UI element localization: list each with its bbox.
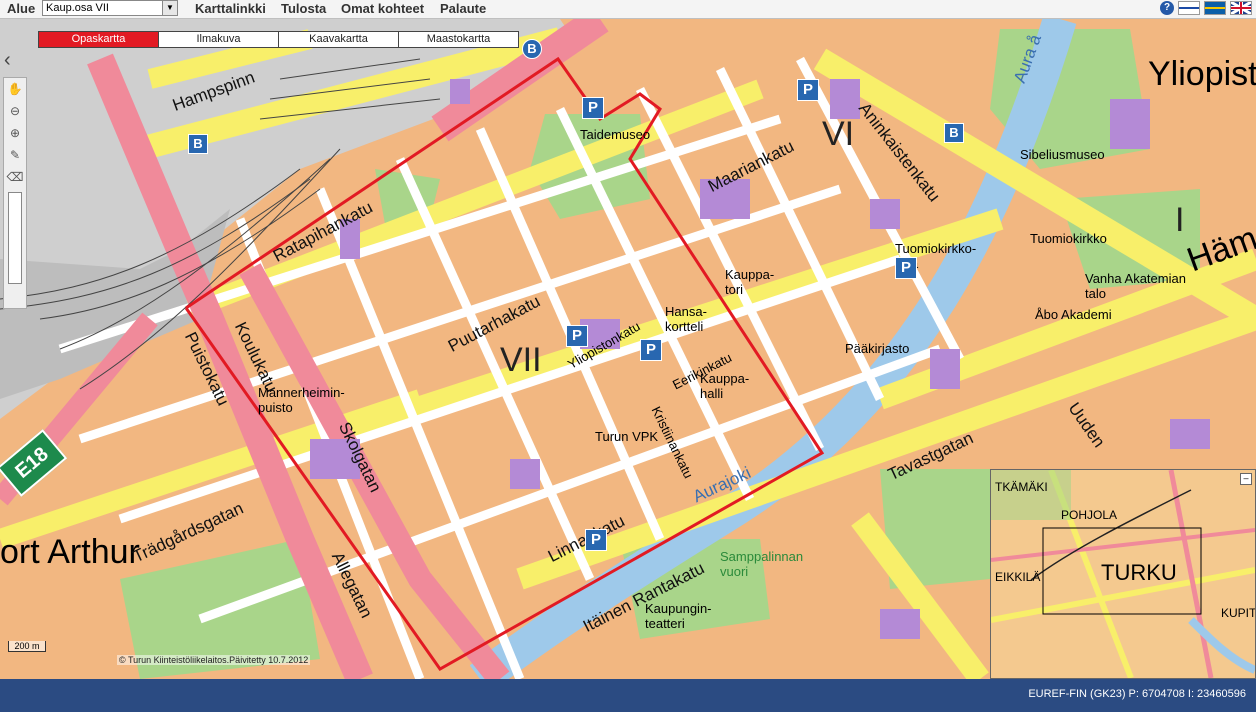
parking-icon: P [797,79,819,101]
bus-stop-icon: B [188,134,208,154]
flag-swedish-icon[interactable] [1204,1,1226,15]
status-bar: EUREF-FIN (GK23) P: 6704708 I: 23460596 [0,679,1256,712]
language-flags: ? [1160,0,1252,16]
overview-label-turku: TURKU [1101,560,1177,585]
overview-label-eikkila: EIKKILÄ [995,570,1041,584]
overview-label-tkamaki: TKÄMÄKI [995,480,1048,494]
chevron-down-icon[interactable]: ▼ [162,1,177,15]
scale-bar: 200 m [8,641,46,652]
place-label-samppalinnan-vuori: Samppalinnan vuori [720,549,804,579]
bus-stop-icon: B [522,39,542,59]
place-label-kauppatori: Kauppa- tori [725,267,775,297]
zoom-out-icon[interactable]: ⊖ [6,104,24,122]
flag-finnish-icon[interactable] [1178,1,1200,15]
place-label-mannerheimin-puisto: Mannerheimin- puisto [258,385,345,415]
clear-icon[interactable]: ⌫ [6,170,24,188]
zoom-slider[interactable] [8,192,22,284]
zoom-in-icon[interactable]: ⊕ [6,126,24,144]
place-label-abo-akademi: Åbo Akademi [1035,307,1112,322]
area-select-value: Kaup.osa VII [46,2,109,14]
place-label-paakirjasto: Pääkirjasto [845,341,910,356]
place-label-hansa: Hansa- kortteli [665,304,707,334]
area-label-port-arthur: ort Arthur [0,533,140,571]
parking-icon: P [585,529,607,551]
place-label-kaupunginteatteri: Kaupungin- teatteri [645,601,712,631]
measure-icon[interactable]: ✎ [6,148,24,166]
place-label-vanha-akatemian-talo: Vanha Akatemian talo [1085,271,1186,301]
overview-label-kupit: KUPIT [1221,606,1256,620]
area-label-yliopisto: Yliopist [1148,55,1256,93]
parking-icon: P [895,257,917,279]
parking-icon: P [566,325,588,347]
parking-icon: P [640,339,662,361]
district-label-vi: VI [822,115,855,153]
tab-kaavakartta[interactable]: Kaavakartta [278,31,399,48]
district-label-vii: VII [500,341,542,379]
menu-tulosta[interactable]: Tulosta [281,1,326,16]
menu-palaute[interactable]: Palaute [440,1,486,16]
district-label-i: I [1175,201,1185,239]
area-label: Alue [7,1,36,16]
place-label-sibeliusmuseo: Sibeliusmuseo [1020,147,1105,162]
menu-omat-kohteet[interactable]: Omat kohteet [341,1,424,16]
map-type-tabs: Opaskartta Ilmakuva Kaavakartta Maastoka… [38,31,519,48]
map-canvas[interactable]: VII VI I ort Arthur Yliopist Häme Kouluk… [0,19,1256,679]
area-select[interactable]: Kaup.osa VII ▼ [42,0,178,16]
place-label-turun-vpk: Turun VPK [595,429,659,444]
tab-ilmakuva[interactable]: Ilmakuva [158,31,279,48]
top-toolbar: Alue Kaup.osa VII ▼ Karttalinkki Tulosta… [0,0,1256,19]
menu-karttalinkki[interactable]: Karttalinkki [195,1,266,16]
collapse-panel-icon[interactable]: ‹ [4,49,11,72]
copyright-text: © Turun Kiinteistöliikelaitos.Päivitetty… [117,655,311,665]
tab-maastokartta[interactable]: Maastokartta [398,31,519,48]
coordinate-readout: EUREF-FIN (GK23) P: 6704708 I: 23460596 [1028,688,1246,700]
overview-close-icon[interactable]: – [1240,473,1252,485]
bus-stop-icon: B [944,123,964,143]
place-label-taidemuseo: Taidemuseo [580,127,651,142]
place-label-kauppahalli: Kauppa- halli [700,371,750,401]
place-label-tuomiokirkko: Tuomiokirkko [1030,231,1107,246]
pan-hand-icon[interactable]: ✋ [6,82,24,100]
map-toolbar: ✋ ⊖ ⊕ ✎ ⌫ [3,77,27,309]
overview-map[interactable]: TKÄMÄKI POHJOLA TURKU EIKKILÄ KUPIT – [990,469,1256,679]
tab-opaskartta[interactable]: Opaskartta [38,31,159,48]
overview-label-pohjola: POHJOLA [1061,508,1118,522]
flag-english-icon[interactable] [1230,0,1252,16]
help-icon[interactable]: ? [1160,1,1174,15]
parking-icon: P [582,97,604,119]
